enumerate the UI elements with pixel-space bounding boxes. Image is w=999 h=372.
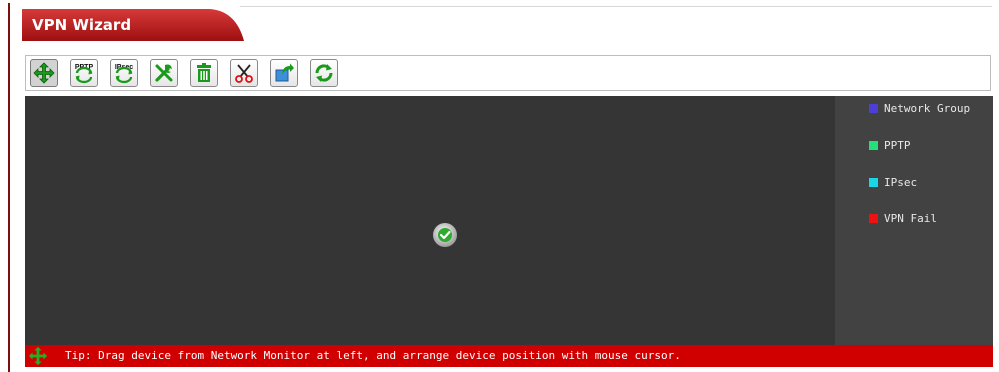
window-title: VPN Wizard xyxy=(32,16,132,34)
scissors-icon xyxy=(235,64,253,83)
legend-label: IPsec xyxy=(884,175,918,189)
ipsec-icon: IPsec xyxy=(115,64,133,84)
toolbar: PPTP IPsec xyxy=(25,55,991,91)
move-icon xyxy=(28,346,48,366)
cut-button[interactable] xyxy=(230,59,258,87)
move-button[interactable] xyxy=(30,59,58,87)
legend-network-group: Network Group xyxy=(869,101,970,115)
export-icon xyxy=(275,63,294,82)
tools-button[interactable] xyxy=(150,59,178,87)
tools-icon xyxy=(155,64,173,82)
legend-swatch xyxy=(869,103,878,113)
ipsec-button[interactable]: IPsec xyxy=(110,59,138,87)
legend-ipsec: IPsec xyxy=(869,175,917,189)
export-button[interactable] xyxy=(270,59,298,87)
legend-label: Network Group xyxy=(884,101,971,115)
device-node[interactable] xyxy=(432,222,458,248)
legend-swatch xyxy=(869,213,878,223)
legend-label: PPTP xyxy=(884,138,911,152)
legend-label: VPN Fail xyxy=(884,211,937,225)
topology-canvas[interactable] xyxy=(25,96,835,345)
tip-text: Tip: Drag device from Network Monitor at… xyxy=(65,349,681,362)
refresh-button[interactable] xyxy=(310,59,338,87)
legend-swatch xyxy=(869,140,878,150)
top-divider xyxy=(240,6,992,7)
legend-swatch xyxy=(869,177,878,187)
legend-vpn-fail: VPN Fail xyxy=(869,211,937,225)
move-icon xyxy=(33,62,55,84)
trash-icon xyxy=(197,63,211,82)
pptp-button[interactable]: PPTP xyxy=(70,59,98,87)
legend-pptp: PPTP xyxy=(869,138,911,152)
tip-bar: Tip: Drag device from Network Monitor at… xyxy=(25,345,993,367)
left-border xyxy=(8,3,10,372)
refresh-icon xyxy=(315,64,333,82)
pptp-icon: PPTP xyxy=(75,64,93,84)
legend-panel: Network Group PPTP IPsec VPN Fail xyxy=(835,96,993,345)
delete-button[interactable] xyxy=(190,59,218,87)
